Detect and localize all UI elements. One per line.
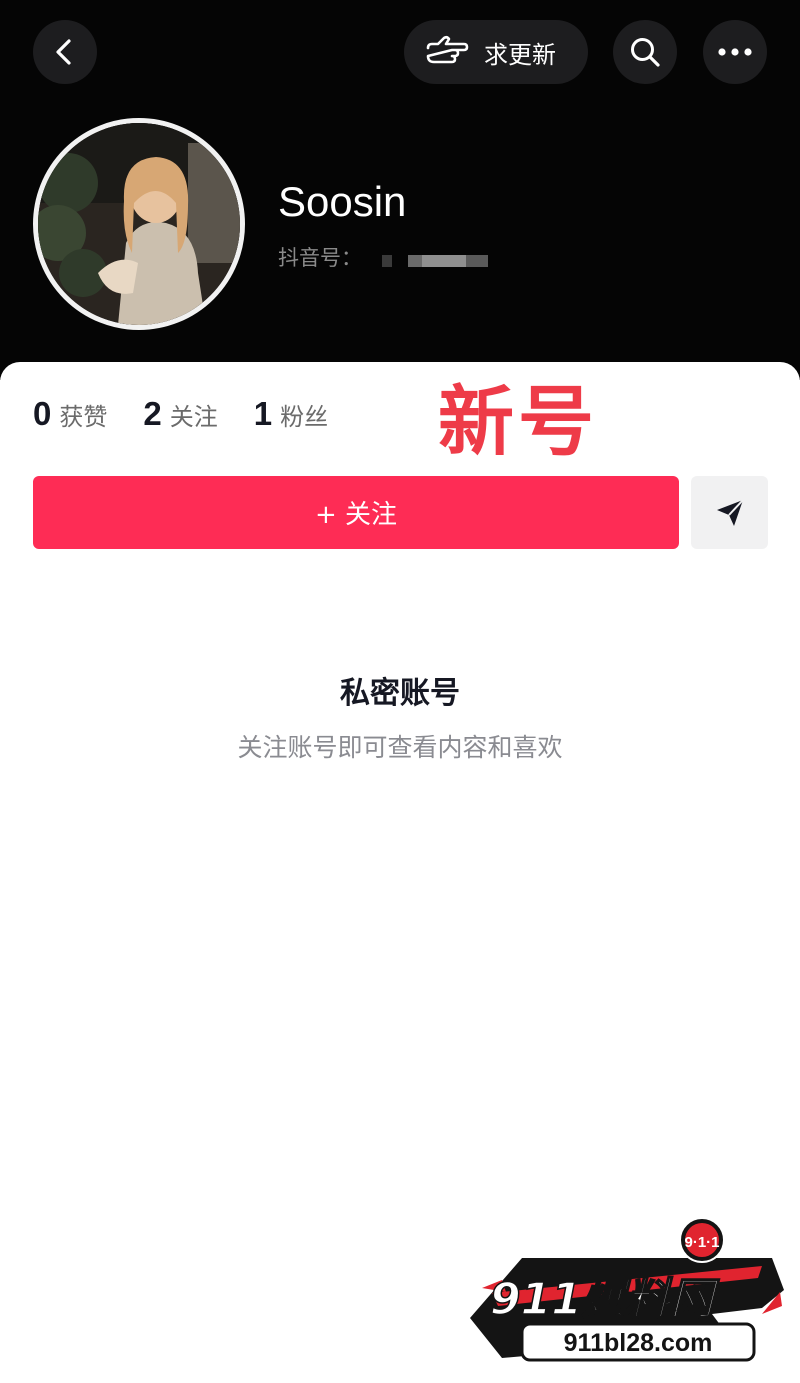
more-dots-icon xyxy=(718,48,752,56)
stat-following-count: 2 xyxy=(143,395,162,432)
profile-header: 求更新 Soosin 抖音号： xyxy=(0,0,800,380)
follow-button[interactable]: + 关注 xyxy=(33,476,679,549)
redacted-id xyxy=(382,255,488,267)
share-button[interactable] xyxy=(691,476,768,549)
stat-following[interactable]: 2 关注 xyxy=(143,395,217,433)
watermark-badge: 9·1·1 xyxy=(684,1234,719,1251)
search-icon xyxy=(631,38,660,67)
profile-stats: 0 获赞 2 关注 1 粉丝 xyxy=(33,395,364,433)
chevron-left-icon xyxy=(56,39,71,65)
private-account-title: 私密账号 xyxy=(340,676,460,711)
watermark-url: 911bl28.com xyxy=(564,1329,713,1357)
more-button[interactable] xyxy=(703,20,767,84)
send-arrow-icon xyxy=(716,498,744,526)
stat-likes-label: 获赞 xyxy=(59,403,108,431)
stat-likes-count: 0 xyxy=(33,395,52,432)
pointing-hand-icon xyxy=(426,35,469,64)
stat-likes[interactable]: 0 获赞 xyxy=(33,395,107,433)
site-watermark-logo: 9·1·1 911爆料网 911bl28.com xyxy=(470,1218,784,1362)
search-button[interactable] xyxy=(613,20,677,84)
douyin-id-label: 抖音号： xyxy=(278,246,362,270)
avatar[interactable] xyxy=(33,118,245,330)
stat-followers-count: 1 xyxy=(253,395,273,432)
request-update-button[interactable]: 求更新 xyxy=(404,20,588,84)
private-account-description: 关注账号即可查看内容和喜欢 xyxy=(237,733,563,762)
back-button[interactable] xyxy=(33,20,97,84)
stat-following-label: 关注 xyxy=(169,403,218,431)
username: Soosin xyxy=(278,178,407,225)
request-update-label: 求更新 xyxy=(484,40,556,69)
watermark-brand: 911爆料网 xyxy=(490,1274,720,1325)
stat-followers[interactable]: 1 粉丝 xyxy=(254,395,328,433)
follow-button-label: + 关注 xyxy=(314,500,398,530)
avatar-photo xyxy=(38,123,240,325)
stat-followers-label: 粉丝 xyxy=(280,403,329,431)
new-account-overlay: 新号 xyxy=(438,377,598,466)
